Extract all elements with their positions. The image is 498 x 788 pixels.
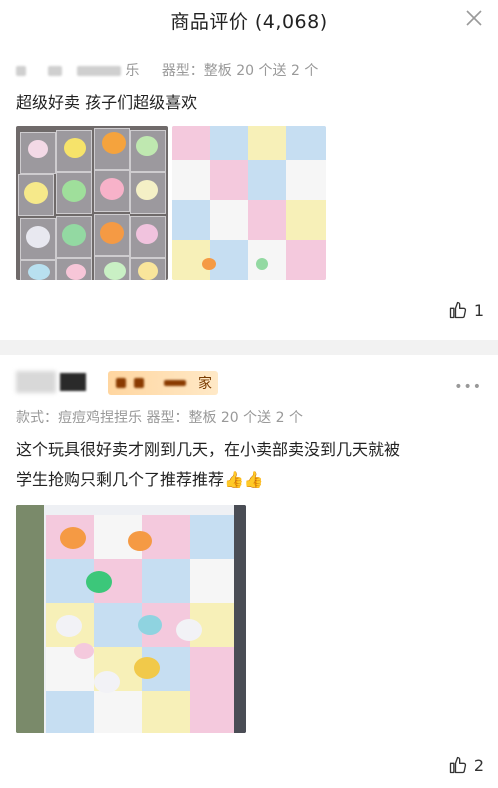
username-fragment: 乐	[125, 63, 140, 79]
review-item: 乐 器型：整板 20 个送 2 个 超级好卖 孩子们超级喜欢 1	[0, 40, 498, 340]
review-item: 家 ••• 款式：痘痘鸡捏捏乐 器型：整板 20 个送 2 个 这个玩具很好卖才…	[0, 355, 498, 788]
like-button[interactable]: 2	[448, 755, 484, 775]
review-photo[interactable]	[16, 126, 168, 280]
thumbs-up-icon	[449, 301, 466, 319]
review-photo[interactable]	[16, 505, 246, 733]
review-spec: 款式：痘痘鸡捏捏乐 器型：整板 20 个送 2 个	[16, 410, 303, 426]
blurred-username	[60, 373, 86, 391]
review-meta-line: 乐 器型：整板 20 个送 2 个	[16, 60, 318, 80]
like-count: 1	[473, 300, 484, 320]
page-title: 商品评价 (4,068)	[170, 11, 328, 33]
header: 商品评价 (4,068)	[0, 0, 498, 40]
close-icon[interactable]	[464, 8, 484, 28]
review-text: 这个玩具很好卖才刚到几天，在小卖部卖没到几天就被 学生抢购只剩几个了推荐推荐👍👍	[16, 435, 482, 495]
review-text: 超级好卖 孩子们超级喜欢	[16, 93, 198, 112]
review-text-line: 学生抢购只剩几个了推荐推荐👍👍	[16, 470, 264, 489]
member-badge: 家	[108, 371, 218, 395]
more-options-icon[interactable]: •••	[454, 379, 482, 395]
like-button[interactable]: 1	[448, 300, 484, 320]
avatar	[16, 371, 56, 393]
review-text-line: 这个玩具很好卖才刚到几天，在小卖部卖没到几天就被	[16, 440, 401, 459]
review-spec: 器型：整板 20 个送 2 个	[161, 63, 319, 79]
like-count: 2	[473, 755, 484, 775]
blurred-username	[16, 66, 26, 76]
review-photo[interactable]	[172, 126, 326, 280]
section-divider	[0, 340, 498, 355]
badge-text: 家	[198, 376, 212, 392]
thumbs-up-icon	[449, 756, 466, 774]
